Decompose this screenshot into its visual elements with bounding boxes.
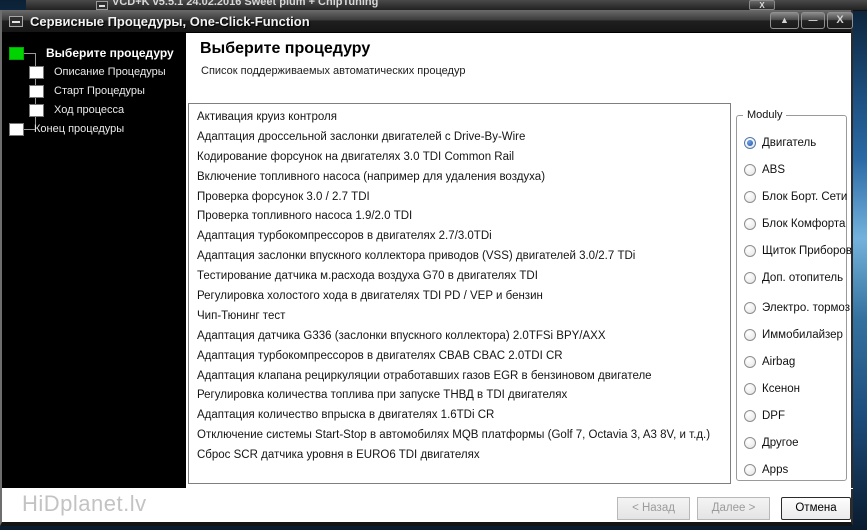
radio-icon <box>744 383 756 395</box>
radio-label: Электро. тормоз <box>762 302 850 314</box>
radio-label: DPF <box>762 410 785 422</box>
radio-label: Двигатель <box>762 137 817 149</box>
module-radio-onboard-net[interactable]: Блок Борт. Сети <box>744 190 847 204</box>
radio-icon <box>744 464 756 476</box>
radio-label: Щиток Приборов <box>762 245 852 257</box>
module-radio-instrument-cluster[interactable]: Щиток Приборов <box>744 244 852 258</box>
radio-label: Ксенон <box>762 383 800 395</box>
maximize-icon: ▲ <box>780 15 789 25</box>
step-marker-icon <box>9 122 24 136</box>
maximize-button[interactable]: ▲ <box>770 12 799 29</box>
minimize-button[interactable]: — <box>801 12 825 29</box>
desktop-background: VCD+K v5.5.1 24.02.2016 Sweet plum + Chi… <box>0 0 867 530</box>
procedure-item[interactable]: Включение топливного насоса (например дл… <box>197 168 730 188</box>
procedure-item[interactable]: Адаптация заслонки впускного коллектора … <box>197 247 730 267</box>
background-close-button[interactable]: X <box>749 0 775 10</box>
step-label: Конец процедуры <box>34 123 125 135</box>
radio-icon <box>744 302 756 314</box>
radio-icon <box>744 137 756 149</box>
radio-icon <box>744 356 756 368</box>
close-icon: X <box>759 1 765 10</box>
procedure-item[interactable]: Отключение системы Start-Stop в автомоби… <box>197 426 730 446</box>
procedure-item[interactable]: Кодирование форсунок на двигателях 3.0 T… <box>197 148 730 168</box>
minimize-icon: — <box>808 15 818 25</box>
back-button[interactable]: < Назад <box>617 497 690 520</box>
radio-icon <box>744 329 756 341</box>
radio-icon <box>744 272 756 284</box>
module-radio-comfort[interactable]: Блок Комфорта <box>744 217 845 231</box>
step-marker-icon <box>29 103 44 117</box>
radio-label: Иммобилайзер <box>762 329 843 341</box>
wizard-step-progress: Ход процесса <box>2 101 124 119</box>
background-window-title: VCD+K v5.5.1 24.02.2016 Sweet plum + Chi… <box>112 0 379 8</box>
procedure-item[interactable]: Регулировка количества топлива при запус… <box>197 386 730 406</box>
step-label: Описание Процедуры <box>54 66 166 78</box>
radio-label: ABS <box>762 164 786 176</box>
module-radio-immobilizer[interactable]: Иммобилайзер <box>744 328 843 342</box>
radio-label: Airbag <box>762 356 796 368</box>
procedure-item[interactable]: Сброс SCR датчика уровня в EURO6 TDI дви… <box>197 446 730 466</box>
next-button[interactable]: Далее > <box>697 497 770 520</box>
procedure-item[interactable]: Регулировка холостого хода в двигателях … <box>197 287 730 307</box>
step-marker-icon <box>9 46 24 60</box>
step-label: Ход процесса <box>54 104 125 116</box>
footer-divider <box>2 488 853 489</box>
procedure-item[interactable]: Активация круиз контроля <box>197 108 730 128</box>
procedure-item[interactable]: Проверка топливного насоса 1.9/2.0 TDI <box>197 207 730 227</box>
service-procedures-dialog: Сервисные Процедуры, One-Click-Function … <box>0 10 853 526</box>
module-radio-engine[interactable]: Двигатель <box>744 136 816 150</box>
procedure-item[interactable]: Адаптация клапана рециркуляции отработав… <box>197 367 730 387</box>
dialog-titlebar[interactable]: Сервисные Процедуры, One-Click-Function … <box>2 10 853 33</box>
page-subtitle: Список поддерживаемых автоматических про… <box>201 65 466 77</box>
procedure-item[interactable]: Адаптация датчика G336 (заслонки впускно… <box>197 327 730 347</box>
module-radio-electro-brake[interactable]: Электро. тормоз <box>744 301 850 315</box>
radio-icon <box>744 437 756 449</box>
radio-icon <box>744 191 756 203</box>
radio-icon <box>744 164 756 176</box>
module-radio-airbag[interactable]: Airbag <box>744 355 795 369</box>
procedure-item[interactable]: Адаптация дроссельной заслонки двигателе… <box>197 128 730 148</box>
close-icon: X <box>836 14 844 26</box>
step-label: Выберите процедуру <box>46 46 174 60</box>
radio-label: Доп. отопитель <box>762 272 844 284</box>
radio-label: Блок Борт. Сети <box>762 191 848 203</box>
radio-label: Apps <box>762 464 789 476</box>
module-radio-aux-heater[interactable]: Доп. отопитель <box>744 271 843 285</box>
step-marker-icon <box>29 65 44 79</box>
background-window-icon <box>96 1 108 10</box>
procedure-item[interactable]: Чип-Тюнинг тест <box>197 307 730 327</box>
procedure-item[interactable]: Адаптация турбокомпрессоров в двигателях… <box>197 227 730 247</box>
module-radio-other[interactable]: Другое <box>744 436 799 450</box>
header-divider <box>188 95 850 96</box>
procedures-listbox[interactable]: Активация круиз контроля Адаптация дросс… <box>188 103 731 484</box>
step-marker-icon <box>29 84 44 98</box>
page-title: Выберите процедуру <box>200 40 371 57</box>
close-button[interactable]: X <box>827 12 853 29</box>
wizard-step-description: Описание Процедуры <box>2 63 166 81</box>
module-radio-dpf[interactable]: DPF <box>744 409 785 423</box>
radio-icon <box>744 410 756 422</box>
radio-icon <box>744 245 756 257</box>
wizard-step-finish: Конец процедуры <box>2 120 124 138</box>
radio-label: Блок Комфорта <box>762 218 846 230</box>
procedure-item[interactable]: Проверка форсунок 3.0 / 2.7 TDI <box>197 188 730 208</box>
step-label: Старт Процедуры <box>54 85 145 97</box>
wizard-step-select-procedure: Выберите процедуру <box>2 44 174 62</box>
module-radio-xenon[interactable]: Ксенон <box>744 382 800 396</box>
wizard-step-start: Старт Процедуры <box>2 82 145 100</box>
watermark-text: HiDplanet.lv <box>22 491 147 516</box>
module-radio-apps[interactable]: Apps <box>744 463 788 477</box>
system-menu-icon[interactable] <box>9 16 23 27</box>
wizard-steps-sidebar: Выберите процедуру Описание Процедуры Ст… <box>2 33 186 488</box>
radio-label: Другое <box>762 437 799 449</box>
module-radio-abs[interactable]: ABS <box>744 163 785 177</box>
radio-icon <box>744 218 756 230</box>
modules-group-label: Moduly <box>743 109 787 121</box>
procedure-item[interactable]: Адаптация количество впрыска в двигателя… <box>197 406 730 426</box>
dialog-title: Сервисные Процедуры, One-Click-Function <box>30 14 310 29</box>
cancel-button[interactable]: Отмена <box>781 497 851 520</box>
procedure-item[interactable]: Тестирование датчика м.расхода воздуха G… <box>197 267 730 287</box>
procedure-item[interactable]: Адаптация турбокомпрессоров в двигателях… <box>197 347 730 367</box>
modules-groupbox: Moduly Двигатель ABS Блок Борт. Сети Бло… <box>736 109 852 481</box>
